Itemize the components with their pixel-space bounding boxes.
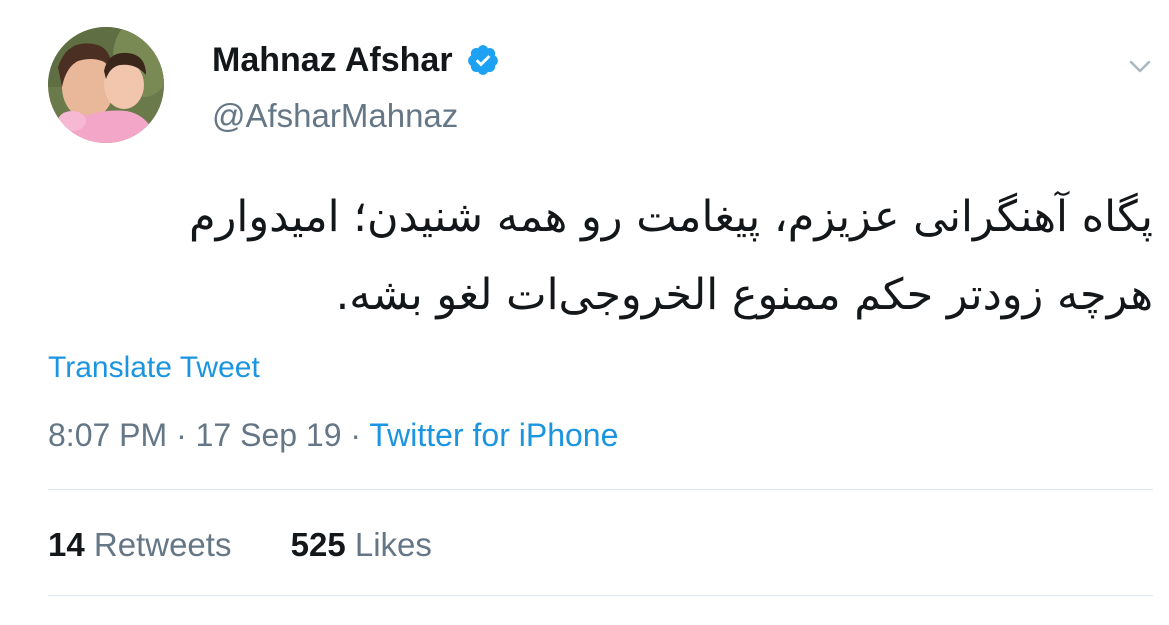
divider — [48, 595, 1153, 596]
divider — [48, 489, 1153, 490]
tweet-time[interactable]: 8:07 PM — [48, 417, 167, 453]
likes-count: 525 — [290, 526, 346, 563]
author-handle[interactable]: @AfsharMahnaz — [212, 96, 458, 136]
chevron-down-icon[interactable] — [1126, 52, 1154, 80]
likes-label: Likes — [354, 526, 432, 563]
meta-separator: · — [176, 417, 187, 453]
tweet-stats: 14 Retweets 525 Likes — [48, 525, 432, 565]
likes-stat[interactable]: 525 Likes — [291, 525, 432, 565]
tweet-metadata: 8:07 PM · 17 Sep 19 · Twitter for iPhone — [48, 416, 618, 454]
tweet-detail: Mahnaz Afshar @AfsharMahnaz پگاه آهنگران… — [0, 0, 1169, 625]
meta-separator: · — [350, 417, 362, 453]
verified-badge-icon — [466, 43, 500, 77]
retweets-count: 14 — [48, 526, 85, 563]
tweet-date[interactable]: 17 Sep 19 — [196, 417, 342, 453]
retweets-stat[interactable]: 14 Retweets — [48, 525, 231, 565]
retweets-label: Retweets — [93, 526, 232, 563]
tweet-text: پگاه آهنگرانی عزیزم، پیغامت رو همه شنیدن… — [140, 178, 1153, 334]
tweet-text-line: پگاه آهنگرانی عزیزم، پیغامت رو همه شنیدن… — [188, 192, 1153, 242]
translate-tweet-link[interactable]: Translate Tweet — [48, 350, 260, 386]
tweet-text-line: هرچه زودتر حکم ممنوع الخروجی‌ات لغو بشه. — [335, 270, 1153, 320]
tweet-source-link[interactable]: Twitter for iPhone — [369, 417, 618, 453]
author-name[interactable]: Mahnaz Afshar — [212, 40, 453, 80]
avatar[interactable] — [48, 27, 164, 143]
